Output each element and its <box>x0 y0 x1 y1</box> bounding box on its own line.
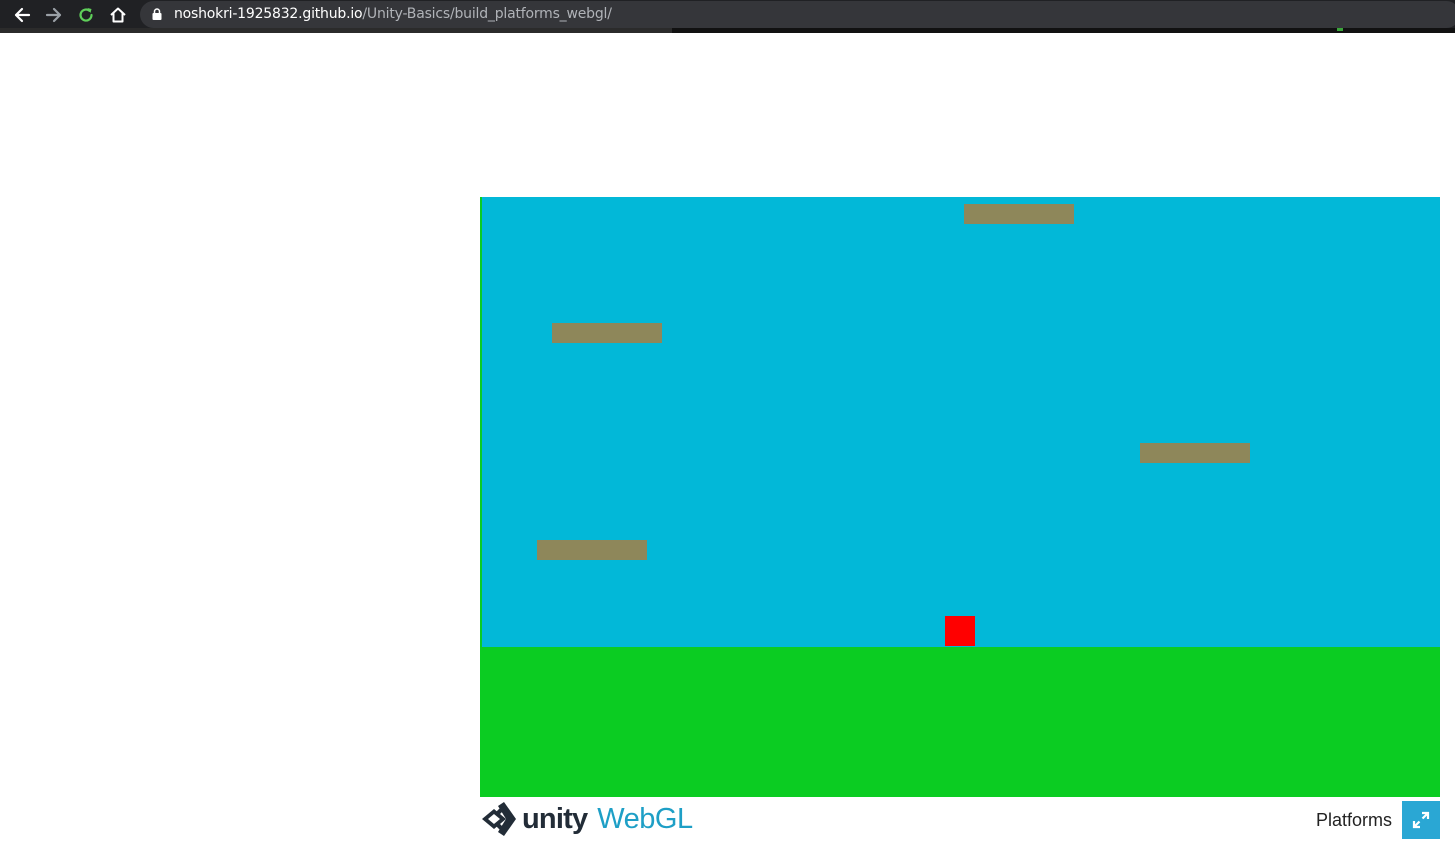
platform <box>537 540 647 560</box>
lock-icon <box>152 8 162 20</box>
unity-cube-icon <box>482 802 516 836</box>
game-canvas[interactable] <box>480 197 1440 797</box>
url-text: noshokri-1925832.github.io/Unity-Basics/… <box>174 6 612 23</box>
webgl-wordmark: WebGL <box>597 803 693 835</box>
forward-button[interactable] <box>41 3 67 27</box>
toolbar-bottom-strip <box>0 28 1455 33</box>
home-icon <box>110 7 126 23</box>
platform <box>964 204 1074 224</box>
browser-toolbar: noshokri-1925832.github.io/Unity-Basics/… <box>0 0 1455 31</box>
progress-indicator <box>1337 28 1343 31</box>
ground <box>480 647 1440 797</box>
url-path: /Unity-Basics/build_platforms_webgl/ <box>362 6 612 22</box>
unity-wordmark: unity <box>522 803 588 835</box>
fullscreen-expand-icon <box>1412 811 1430 829</box>
webgl-footer: unity WebGL Platforms <box>480 797 1440 843</box>
reload-icon <box>79 8 93 22</box>
home-button[interactable] <box>105 3 131 27</box>
player-cube <box>945 616 975 646</box>
canvas-left-edge <box>480 197 482 647</box>
fullscreen-button[interactable] <box>1402 801 1440 839</box>
game-title: Platforms <box>1315 810 1392 830</box>
reload-button[interactable] <box>73 3 99 27</box>
unity-webgl-logo: unity WebGL <box>480 800 693 838</box>
back-button[interactable] <box>9 3 35 27</box>
platform <box>552 323 662 343</box>
address-bar[interactable]: noshokri-1925832.github.io/Unity-Basics/… <box>140 1 1455 28</box>
platform <box>1140 443 1250 463</box>
url-host: noshokri-1925832.github.io <box>174 6 363 22</box>
forward-arrow-icon <box>45 7 62 23</box>
back-arrow-icon <box>14 7 31 23</box>
